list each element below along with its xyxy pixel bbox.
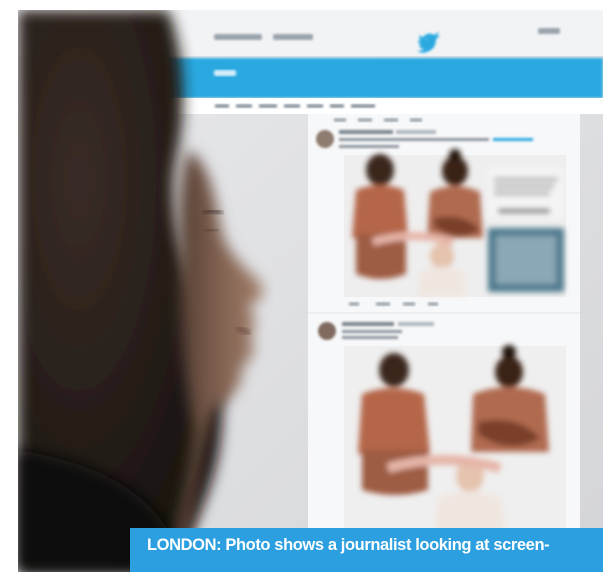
avatar — [318, 322, 336, 340]
profile-banner — [168, 58, 603, 98]
avatar — [316, 130, 334, 148]
tweet-1 — [316, 130, 566, 306]
news-photo — [18, 10, 603, 572]
profile-nav-tabs — [215, 104, 375, 108]
caption-text: LONDON: Photo shows a journalist looking… — [147, 536, 550, 554]
photo-caption: LONDON: Photo shows a journalist looking… — [130, 528, 603, 572]
